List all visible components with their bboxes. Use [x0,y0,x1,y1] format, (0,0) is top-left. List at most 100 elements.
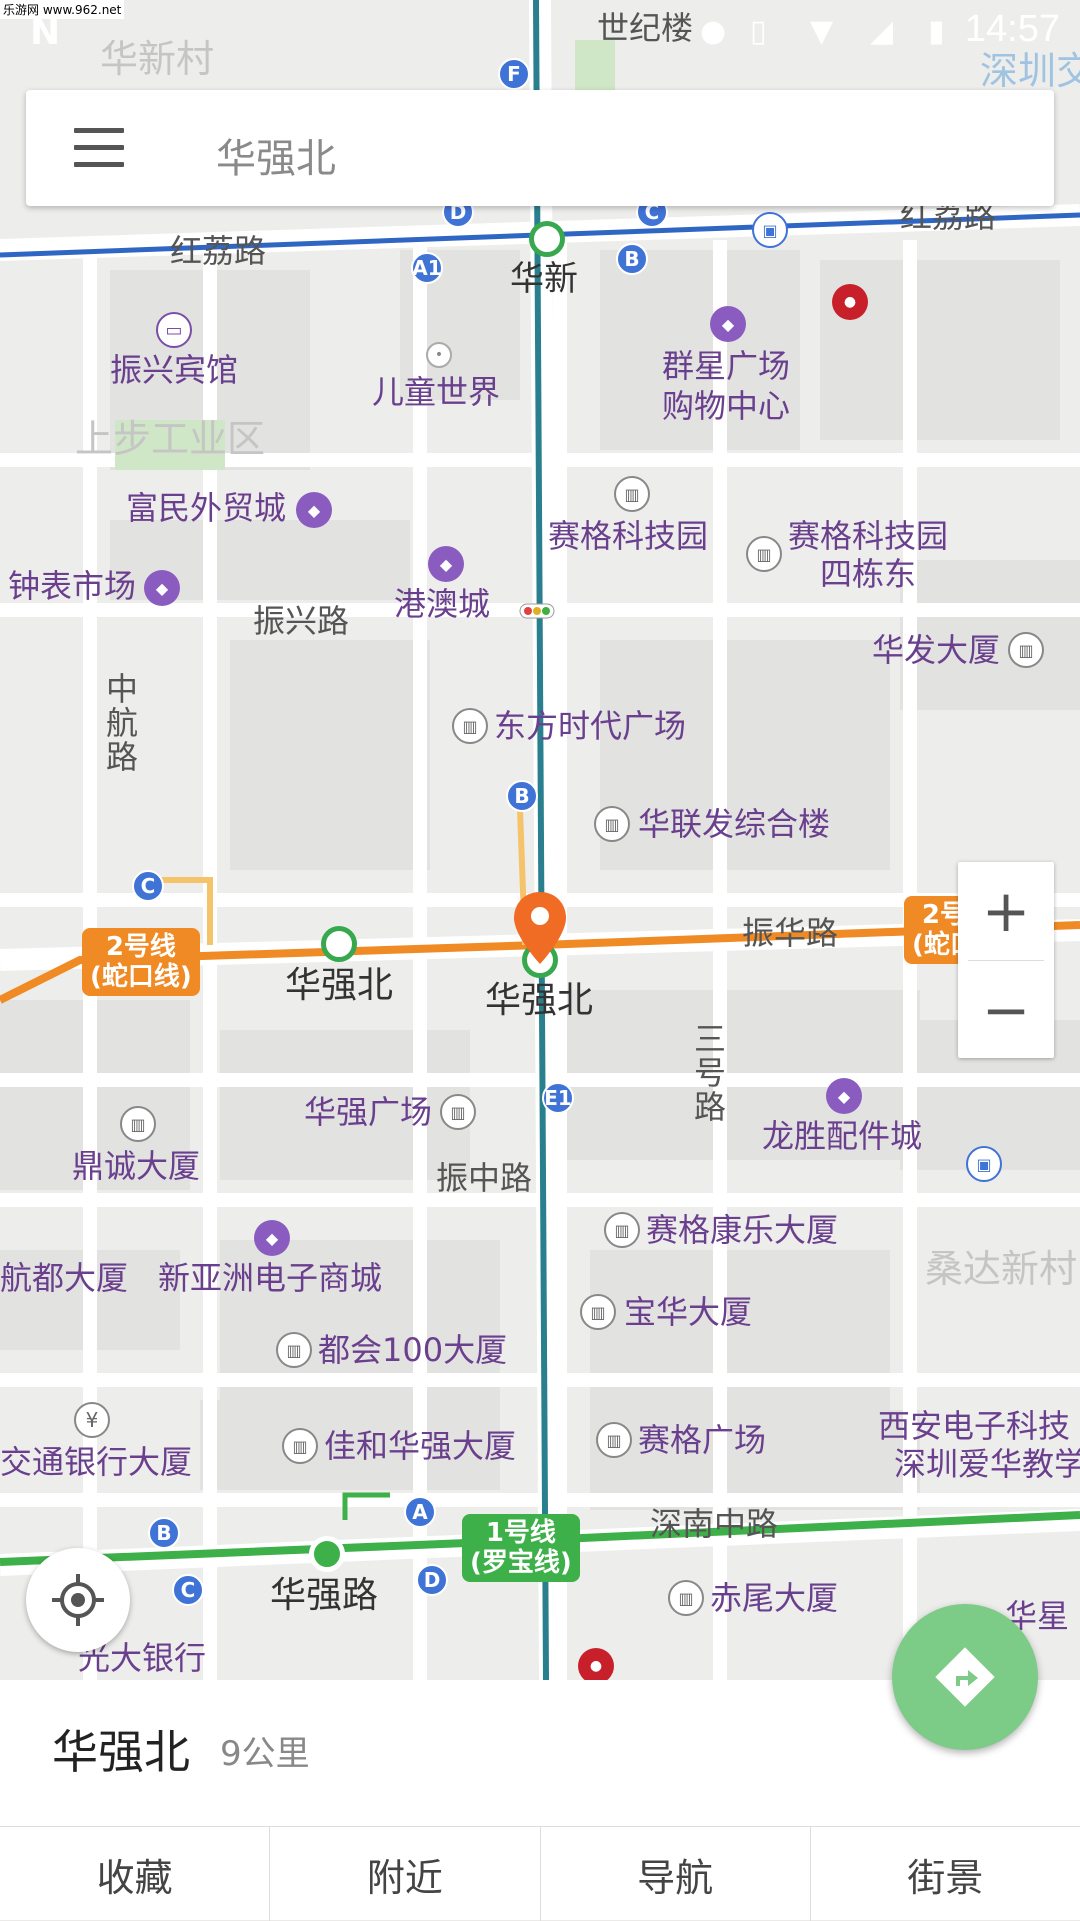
line-alias: (罗宝线) [470,1548,572,1578]
zoom-out-button[interactable]: − [958,961,1054,1059]
search-input[interactable]: 华强北 [216,126,336,184]
status-bar: 乐游网 www.962.net N ● ▯ ▼ ◢ ▮ 14:57 [0,0,1080,62]
place-distance: 9公里 [220,1734,310,1774]
poi-label[interactable]: 富民外贸城 [126,492,286,524]
favorite-button[interactable]: 收藏 [0,1827,271,1921]
building-icon: ▥ [596,1422,632,1458]
zoom-in-button[interactable]: + [958,862,1054,960]
poi-label[interactable]: 赛格科技园 [788,520,948,552]
poi-label[interactable]: 钟表市场 [8,570,136,602]
building-icon: ▥ [440,1094,476,1130]
restaurant-icon: ● [832,284,868,320]
directions-icon [935,1647,995,1707]
bus-stop-icon: ▣ [752,212,788,248]
poi-label[interactable]: 西安电子科技 [878,1410,1070,1442]
metro-station-icon[interactable] [529,221,565,257]
poi-label[interactable]: 航都大厦 [0,1262,128,1294]
line-badge[interactable]: 2号线 (蛇口线) [82,928,200,996]
poi-label[interactable]: 赛格康乐大厦 [646,1214,838,1246]
road-label: 中航路 [101,672,139,774]
road-label: 振华路 [742,914,839,952]
poi-label[interactable]: 佳和华强大厦 [324,1430,516,1462]
poi-label[interactable]: 龙胜配件城 [762,1120,922,1152]
poi-label[interactable]: 振兴宾馆 [110,354,238,386]
shopping-bag-icon: ◆ [254,1220,290,1256]
building-icon: ▥ [1008,632,1044,668]
building-icon: ▥ [452,708,488,744]
road-label: 振兴路 [253,602,350,640]
exit-marker[interactable]: C [132,870,164,902]
search-bar[interactable]: 华强北 [26,90,1054,206]
bank-icon: ¥ [74,1402,110,1438]
line-badge[interactable]: 1号线 (罗宝线) [462,1514,580,1582]
poi-label[interactable]: 宝华大厦 [624,1296,752,1328]
exit-marker[interactable]: B [506,780,538,812]
exit-marker[interactable]: A1 [411,252,443,284]
district-label: 上步工业区 [75,417,266,461]
building-icon: ▥ [120,1106,156,1142]
location-icon: ● [700,14,727,49]
place-dot-icon: • [426,342,452,368]
road-label: 深南中路 [650,1505,779,1543]
district-label: 桑达新村 [925,1247,1078,1291]
road-label: 红荔路 [170,232,267,270]
navigate-button[interactable]: 导航 [541,1827,811,1921]
station-label: 华强北 [285,965,394,1006]
restaurant-icon: ● [578,1648,614,1680]
poi-label[interactable]: 儿童世界 [372,376,500,408]
menu-icon[interactable] [74,128,124,168]
exit-marker[interactable]: F [498,58,530,90]
location-pin-icon[interactable] [512,890,568,966]
poi-label[interactable]: 华发大厦 [872,634,1000,666]
line-name: 1号线 [485,1518,556,1548]
poi-label[interactable]: 群星广场 [662,350,790,382]
poi-label[interactable]: 都会100大厦 [318,1334,507,1366]
clock: 14:57 [964,8,1060,50]
poi-label[interactable]: 鼎诚大厦 [72,1150,200,1182]
vibrate-icon: ▯ [750,14,767,49]
exit-marker[interactable]: B [148,1517,180,1549]
building-icon: ▥ [614,476,650,512]
building-icon: ▥ [580,1294,616,1330]
building-icon: ▥ [668,1580,704,1616]
nearby-button[interactable]: 附近 [270,1827,541,1921]
station-label: 华强路 [270,1575,379,1616]
battery-icon: ▮ [928,14,945,49]
building-icon: ▥ [604,1212,640,1248]
shopping-bag-icon: ◆ [144,570,180,606]
poi-label[interactable]: 华联发综合楼 [638,808,830,840]
street-view-button[interactable]: 街景 [811,1827,1080,1921]
shopping-bag-icon: ◆ [296,492,332,528]
exit-marker[interactable]: C [172,1574,204,1606]
poi-label[interactable]: 赤尾大厦 [710,1582,838,1614]
watermark: 乐游网 www.962.net [0,0,125,19]
poi-label[interactable]: 华强广场 [304,1096,432,1128]
poi-label[interactable]: 港澳城 [394,588,490,620]
poi-label[interactable]: 赛格广场 [638,1424,766,1456]
bus-stop-icon: ▣ [966,1146,1002,1182]
poi-label[interactable]: 新亚洲电子商城 [158,1262,382,1294]
metro-station-icon[interactable] [321,926,357,962]
exit-marker[interactable]: B [616,243,648,275]
poi-label[interactable]: 购物中心 [662,390,790,422]
exit-marker[interactable]: E1 [542,1082,574,1114]
exit-marker[interactable]: D [416,1564,448,1596]
my-location-button[interactable] [26,1548,130,1652]
exit-marker[interactable]: A [404,1496,436,1528]
line-alias: (蛇口线) [90,962,192,992]
building-icon: ▥ [594,806,630,842]
line-name: 2号线 [105,932,176,962]
zoom-controls: + − [958,862,1054,1058]
poi-label[interactable]: 四栋东 [820,558,916,590]
road-label: 振中路 [436,1159,533,1197]
place-title: 华强北 [52,1725,190,1779]
metro-station-icon[interactable] [309,1536,345,1572]
map-view[interactable]: 华新村 上步工业区 桑达新村 深圳交 红荔路 红荔路 振兴路 振华路 振中路 深… [0,0,1080,1680]
poi-label[interactable]: 深圳爱华教学 [894,1448,1080,1480]
poi-label[interactable]: 东方时代广场 [494,710,686,742]
poi-label[interactable]: 交通银行大厦 [0,1446,192,1478]
station-label: 华新 [510,259,578,299]
directions-button[interactable] [892,1604,1038,1750]
building-icon: ▥ [746,536,782,572]
poi-label[interactable]: 赛格科技园 [548,520,708,552]
